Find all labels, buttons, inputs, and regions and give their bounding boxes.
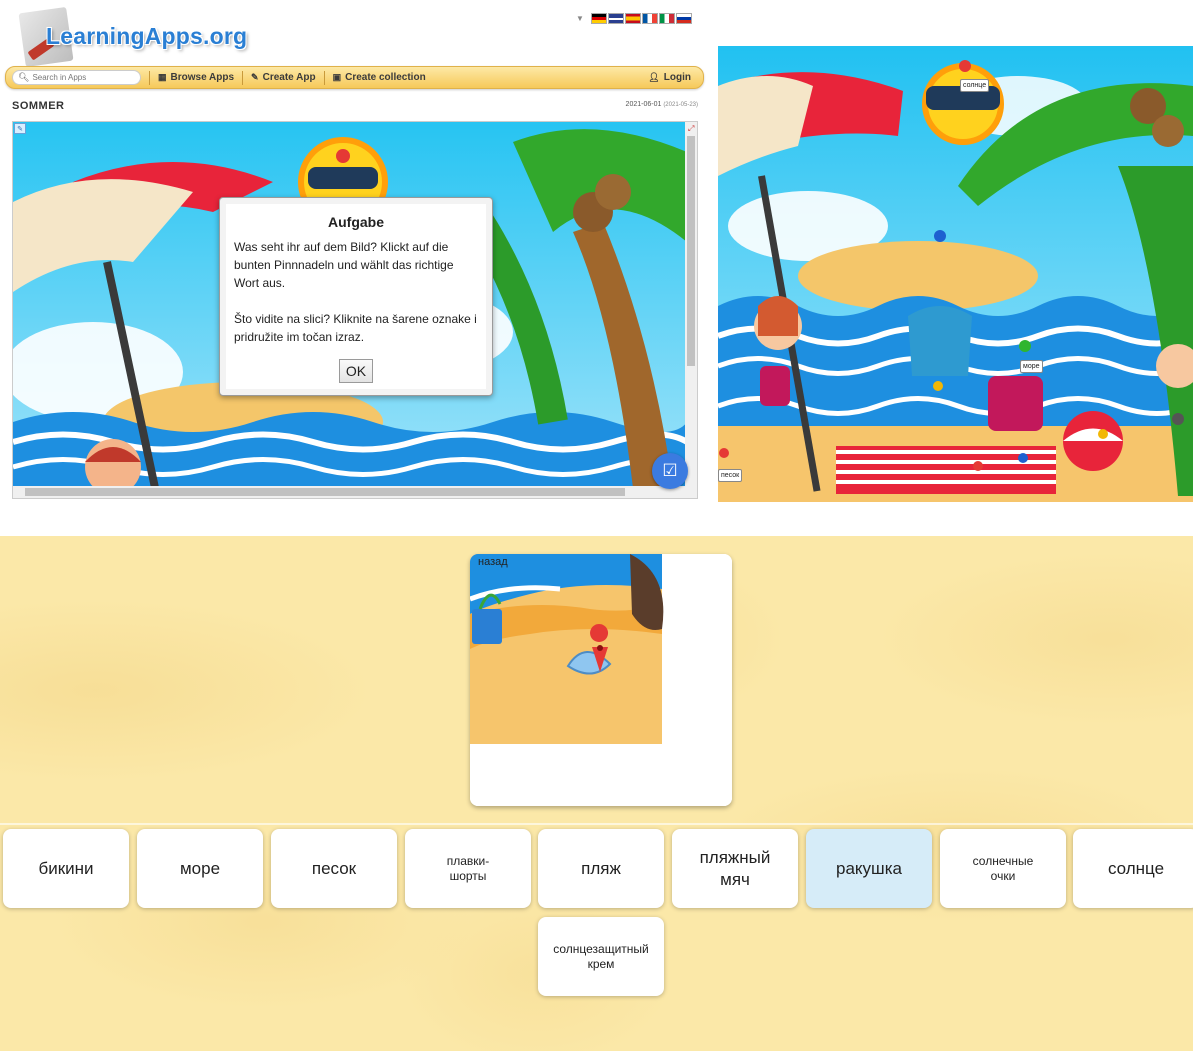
answer-option[interactable]: пляжный мяч xyxy=(672,829,798,908)
check-icon: ☑ xyxy=(662,461,678,480)
flag-de-icon[interactable] xyxy=(590,13,607,24)
zoomed-shell-image xyxy=(470,554,732,806)
answer-option[interactable]: море xyxy=(137,829,263,908)
create-app-link[interactable]: ✎ Create App xyxy=(251,72,316,83)
ok-button[interactable]: OK xyxy=(339,359,373,383)
quiz-area: назад бикини море песок плавки- шорты пляж пл… xyxy=(0,536,1193,1051)
answer-option[interactable]: песок xyxy=(271,829,397,908)
collection-icon: ▣ xyxy=(332,72,342,82)
flag-en-icon[interactable] xyxy=(607,13,624,24)
dialog-title: Aufgabe xyxy=(328,214,384,230)
navbar: 🔍︎ Search in Apps ▦ Browse Apps ✎ Create… xyxy=(5,66,704,89)
vertical-scrollbar[interactable] xyxy=(685,122,697,488)
nav-divider xyxy=(242,70,244,85)
flag-es-icon[interactable] xyxy=(624,13,641,24)
dialog-text: Was seht ihr auf dem Bild? Klickt auf di… xyxy=(234,240,477,344)
answer-option[interactable]: бикини xyxy=(3,829,129,908)
check-answer-button[interactable]: ☑ xyxy=(652,453,688,489)
beach-scene-overview[interactable]: солнце море песок xyxy=(718,46,1193,502)
grid-icon: ▦ xyxy=(158,72,167,82)
learningapps-panel: LearningApps.org ▼ 🔍︎ Search in Apps ▦ B… xyxy=(0,0,710,510)
browse-apps-label: Browse Apps xyxy=(170,72,235,83)
app-date: 2021-06-01 (2021-05-23) xyxy=(626,101,698,108)
create-collection-label: Create collection xyxy=(345,72,426,83)
answer-option[interactable]: солнцезащитный крем xyxy=(538,917,664,996)
caret-down-icon[interactable]: ▼ xyxy=(576,14,584,23)
search-icon: 🔍︎ xyxy=(18,72,30,82)
date-updated: (2021-05-23) xyxy=(663,102,698,108)
app-title: SOMMER xyxy=(12,100,65,112)
task-dialog: Aufgabe Was seht ihr auf dem Bild? Klick… xyxy=(219,197,493,396)
answer-option[interactable]: ракушка xyxy=(806,829,932,908)
flag-it-icon[interactable] xyxy=(658,13,675,24)
search-placeholder: Search in Apps xyxy=(32,73,87,82)
login-label: Login xyxy=(663,72,691,83)
answer-option[interactable]: пляж xyxy=(538,829,664,908)
nav-divider xyxy=(323,70,325,85)
logo[interactable]: LearningApps.org xyxy=(14,6,254,68)
dialog-content: Aufgabe Was seht ihr auf dem Bild? Klick… xyxy=(226,204,486,389)
search-input[interactable]: 🔍︎ Search in Apps xyxy=(12,70,141,85)
pin-label-sand[interactable]: песок xyxy=(718,469,743,482)
login-link[interactable]: 👤︎ Login xyxy=(648,72,691,83)
beach-overview-image xyxy=(718,46,1193,502)
page: LearningApps.org ▼ 🔍︎ Search in Apps ▦ B… xyxy=(0,0,1193,1051)
create-app-label: Create App xyxy=(262,72,316,83)
scrollbar-thumb[interactable] xyxy=(687,136,695,366)
logo-text: LearningApps.org xyxy=(46,23,248,49)
pencil-icon: ✎ xyxy=(251,72,259,82)
edit-icon[interactable]: ✎ xyxy=(14,123,26,134)
answer-option[interactable]: плавки- шорты xyxy=(405,829,531,908)
nav-divider xyxy=(149,70,150,85)
answer-option[interactable]: солнечные очки xyxy=(940,829,1066,908)
zoom-image-card: назад xyxy=(470,554,732,806)
browse-apps-link[interactable]: ▦ Browse Apps xyxy=(158,72,234,83)
flag-fr-icon[interactable] xyxy=(641,13,658,24)
divider xyxy=(0,823,1193,825)
scrollbar-thumb[interactable] xyxy=(25,488,625,496)
pin-label-sun[interactable]: солнце xyxy=(960,79,990,92)
answer-option[interactable]: солнце xyxy=(1073,829,1193,908)
flag-ru-icon[interactable] xyxy=(675,13,692,24)
back-button[interactable]: назад xyxy=(478,556,508,568)
language-flags: ▼ xyxy=(576,13,692,24)
date-created: 2021-06-01 xyxy=(625,101,662,108)
pin-label-sea[interactable]: море xyxy=(1020,360,1043,373)
fullscreen-icon[interactable]: ⤢ xyxy=(688,124,694,134)
horizontal-scrollbar[interactable] xyxy=(13,486,697,498)
user-icon: 👤︎ xyxy=(648,72,660,82)
create-collection-link[interactable]: ▣ Create collection xyxy=(333,72,426,83)
